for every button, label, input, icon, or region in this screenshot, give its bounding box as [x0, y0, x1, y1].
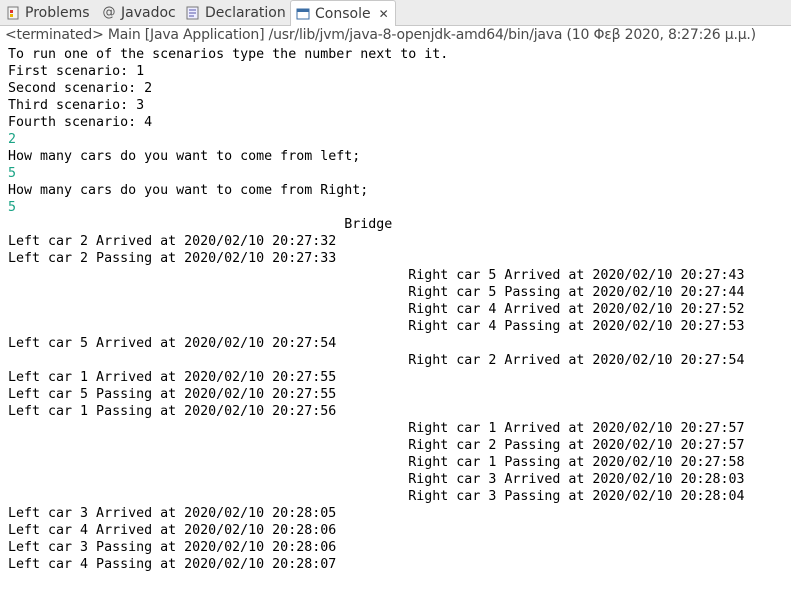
console-output-line: Third scenario: 3 [8, 98, 145, 113]
view-tab-bar: Problems @ Javadoc Declaration Console ✕ [0, 0, 791, 26]
console-output-line: Right car 5 Arrived at 2020/02/10 20:27:… [8, 268, 745, 283]
console-output-line: To run one of the scenarios type the num… [8, 47, 449, 62]
tab-javadoc[interactable]: @ Javadoc [102, 0, 176, 26]
console-output-line: Left car 3 Arrived at 2020/02/10 20:28:0… [8, 506, 337, 521]
console-output-line: How many cars do you want to come from R… [8, 183, 369, 198]
console-input-line: 5 [8, 166, 17, 181]
console-output-line: Left car 1 Arrived at 2020/02/10 20:27:5… [8, 370, 337, 385]
tab-problems[interactable]: Problems [6, 0, 90, 26]
console-output-line: Left car 3 Passing at 2020/02/10 20:28:0… [8, 540, 337, 555]
console-output-line: Left car 4 Passing at 2020/02/10 20:28:0… [8, 557, 337, 572]
console-output-line: Left car 1 Passing at 2020/02/10 20:27:5… [8, 404, 337, 419]
tab-label: Declaration [205, 5, 286, 21]
console-output-line: Left car 5 Passing at 2020/02/10 20:27:5… [8, 387, 337, 402]
console-icon [296, 7, 310, 21]
console-output-line: Right car 1 Arrived at 2020/02/10 20:27:… [8, 421, 745, 436]
console-output-line: Fourth scenario: 4 [8, 115, 153, 130]
console-output-line: Left car 5 Arrived at 2020/02/10 20:27:5… [8, 336, 337, 351]
console-output-line: Right car 2 Arrived at 2020/02/10 20:27:… [8, 353, 745, 368]
console-input-line: 5 [8, 200, 17, 215]
tab-label: Console [315, 5, 371, 22]
declaration-icon [186, 6, 200, 20]
console-output-line: Right car 3 Arrived at 2020/02/10 20:28:… [8, 472, 745, 487]
console-output-line: Right car 5 Passing at 2020/02/10 20:27:… [8, 285, 745, 300]
console-output-line: Right car 4 Arrived at 2020/02/10 20:27:… [8, 302, 745, 317]
tab-declaration[interactable]: Declaration [186, 0, 286, 26]
console-output-line: Bridge [8, 217, 393, 232]
console-output[interactable]: To run one of the scenarios type the num… [8, 46, 791, 573]
console-output-line: Right car 1 Passing at 2020/02/10 20:27:… [8, 455, 745, 470]
console-output-line: Right car 2 Passing at 2020/02/10 20:27:… [8, 438, 745, 453]
tab-console[interactable]: Console ✕ [290, 0, 396, 26]
tab-label: Javadoc [121, 5, 176, 21]
console-output-line: Right car 4 Passing at 2020/02/10 20:27:… [8, 319, 745, 334]
problems-icon [6, 6, 20, 20]
console-input-line: 2 [8, 132, 17, 147]
console-output-line: Left car 2 Passing at 2020/02/10 20:27:3… [8, 251, 337, 266]
console-output-line: Second scenario: 2 [8, 81, 153, 96]
javadoc-icon: @ [102, 5, 116, 20]
console-status: <terminated> Main [Java Application] /us… [5, 27, 756, 43]
close-icon[interactable]: ✕ [379, 7, 389, 21]
console-output-line: Left car 2 Arrived at 2020/02/10 20:27:3… [8, 234, 337, 249]
console-output-line: Right car 3 Passing at 2020/02/10 20:28:… [8, 489, 745, 504]
console-output-line: How many cars do you want to come from l… [8, 149, 361, 164]
console-output-line: Left car 4 Arrived at 2020/02/10 20:28:0… [8, 523, 337, 538]
tab-label: Problems [25, 5, 90, 21]
console-output-line: First scenario: 1 [8, 64, 145, 79]
